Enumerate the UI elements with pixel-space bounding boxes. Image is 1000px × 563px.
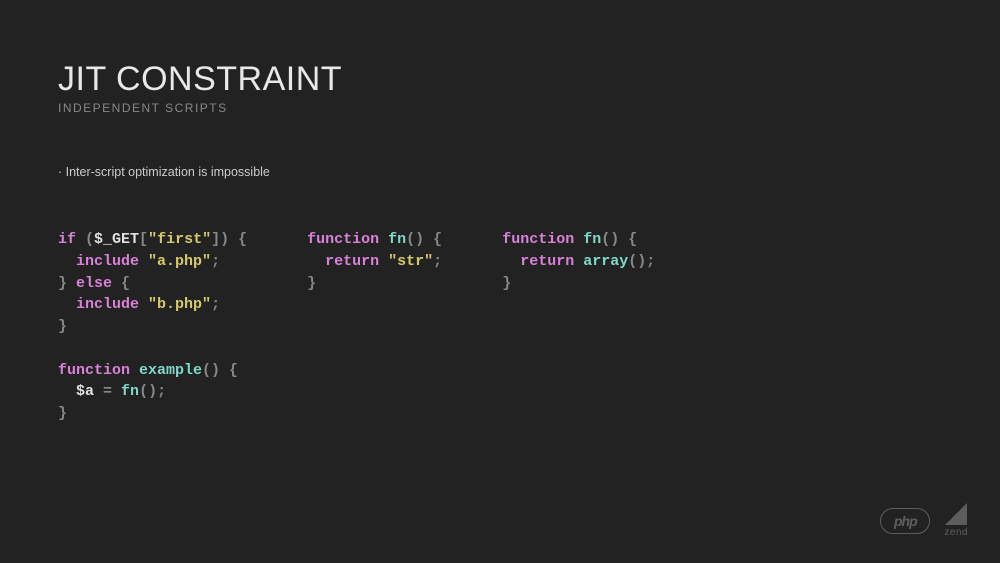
code-col-1: if ($_GET["first"]) { include "a.php"; }… bbox=[58, 229, 247, 425]
code-col-2: function fn() { return "str"; } bbox=[307, 229, 442, 425]
slide-subtitle: INDEPENDENT SCRIPTS bbox=[58, 101, 942, 115]
footer-logos: php zend bbox=[880, 503, 968, 538]
php-logo-icon: php bbox=[880, 508, 930, 534]
bullet-point: · Inter-script optimization is impossibl… bbox=[58, 165, 942, 179]
slide-title: JIT CONSTRAINT bbox=[58, 60, 942, 99]
code-row: if ($_GET["first"]) { include "a.php"; }… bbox=[58, 229, 942, 425]
code-col-3: function fn() { return array(); } bbox=[502, 229, 655, 425]
zend-logo-icon: zend bbox=[944, 503, 968, 538]
zend-text: zend bbox=[944, 527, 968, 538]
zend-slash-icon bbox=[945, 503, 967, 525]
slide-content: JIT CONSTRAINT INDEPENDENT SCRIPTS · Int… bbox=[0, 0, 1000, 425]
